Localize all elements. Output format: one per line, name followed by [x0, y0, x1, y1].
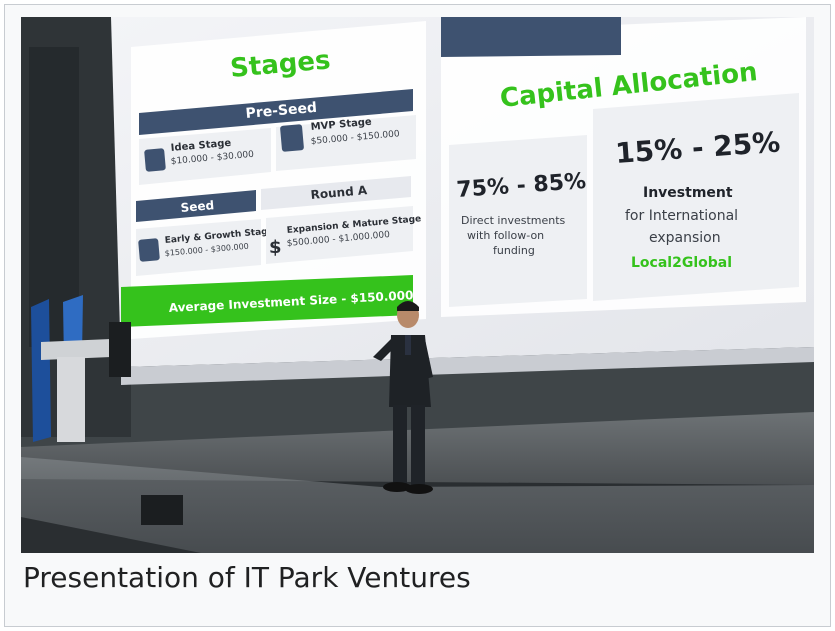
- image-card: Stages Pre-Seed Idea Stage $10.000 - $30…: [4, 4, 831, 627]
- left-desc-3: funding: [493, 244, 535, 257]
- right-desc-bold: Investment: [643, 185, 733, 201]
- stage-speaker: [109, 322, 131, 377]
- lightbulb-icon: [144, 148, 166, 172]
- right-desc-green: Local2Global: [631, 255, 732, 271]
- seed-label: Seed: [180, 198, 215, 215]
- piggy-bank-icon: [280, 124, 304, 152]
- podium: [57, 357, 85, 442]
- right-desc-2: expansion: [649, 230, 721, 246]
- left-desc-2: with follow-on: [467, 229, 544, 242]
- image-caption: Presentation of IT Park Ventures: [23, 561, 471, 594]
- sprout-icon: [138, 238, 160, 262]
- right-desc-1: for International: [625, 208, 738, 224]
- left-desc-1: Direct investments: [461, 214, 566, 227]
- flag-left: [31, 299, 51, 442]
- floor-monitor: [141, 495, 183, 525]
- photo-illustration: Stages Pre-Seed Idea Stage $10.000 - $30…: [21, 17, 814, 553]
- money-bag-icon: $: [269, 237, 282, 258]
- event-photo[interactable]: Stages Pre-Seed Idea Stage $10.000 - $30…: [21, 17, 814, 553]
